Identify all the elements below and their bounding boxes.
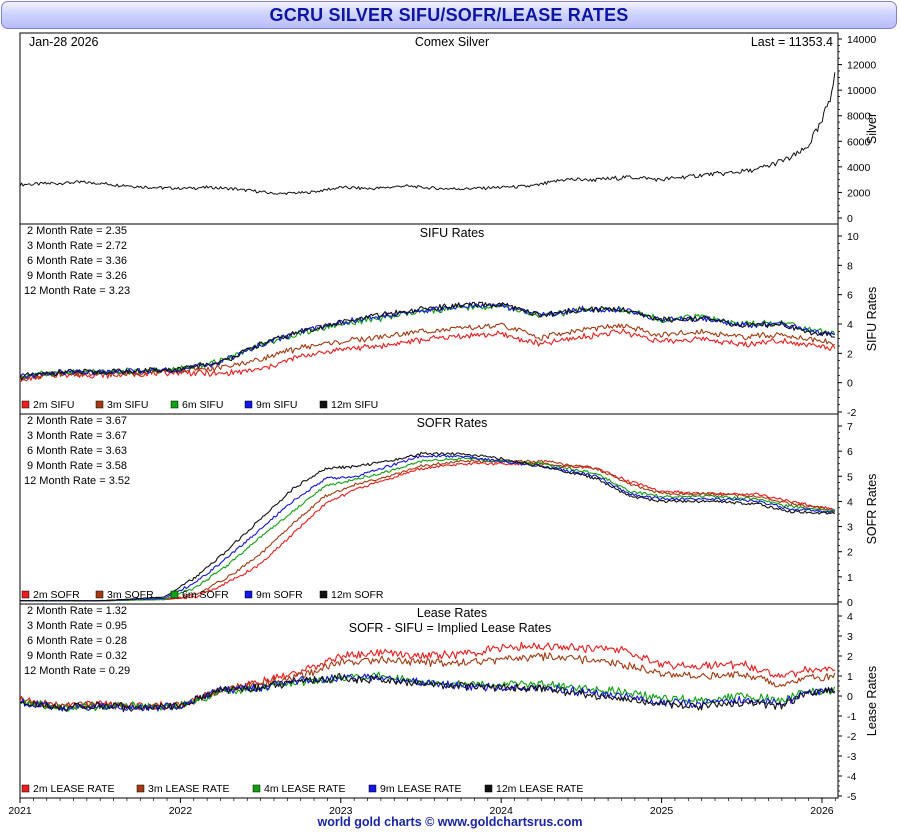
y-tick-label: 10 bbox=[847, 231, 859, 243]
legend-swatch bbox=[244, 590, 253, 599]
y-tick-label: -2 bbox=[847, 731, 856, 743]
y-tick-label: 2 bbox=[847, 348, 853, 360]
rate-label: 12 Month Rate = 0.29 bbox=[24, 665, 130, 677]
panel-subtitle: SOFR - SIFU = Implied Lease Rates bbox=[349, 621, 552, 635]
y-tick-label: 6 bbox=[847, 446, 853, 458]
legend-label: 6m SOFR bbox=[182, 589, 229, 601]
legend-swatch bbox=[21, 784, 30, 793]
y-tick-label: -4 bbox=[847, 771, 856, 783]
rate-label: 6 Month Rate = 3.63 bbox=[27, 445, 127, 457]
rate-label: 12 Month Rate = 3.52 bbox=[24, 475, 130, 487]
y-axis-title: SOFR Rates bbox=[865, 474, 879, 545]
legend-label: 2m SIFU bbox=[33, 399, 74, 411]
y-tick-label: 7 bbox=[847, 421, 853, 433]
y-tick-label: 4 bbox=[847, 319, 853, 331]
legend-swatch bbox=[170, 400, 179, 409]
y-tick-label: 6 bbox=[847, 290, 853, 302]
legend-swatch bbox=[95, 400, 104, 409]
y-tick-label: -3 bbox=[847, 751, 856, 763]
panel-title: Lease Rates bbox=[417, 606, 487, 620]
rate-label: 12 Month Rate = 3.23 bbox=[24, 285, 130, 297]
y-tick-label: 8 bbox=[847, 260, 853, 272]
legend-swatch bbox=[136, 784, 145, 793]
y-axis-title: Lease Rates bbox=[865, 666, 879, 736]
y-tick-label: 12000 bbox=[847, 60, 876, 72]
y-tick-label: 0 bbox=[847, 597, 853, 609]
rate-label: 6 Month Rate = 3.36 bbox=[27, 255, 127, 267]
legend-swatch bbox=[170, 590, 179, 599]
rate-label: 3 Month Rate = 3.67 bbox=[27, 430, 127, 442]
legend-swatch bbox=[319, 400, 328, 409]
rate-label: 2 Month Rate = 2.35 bbox=[27, 225, 127, 237]
legend-label: 12m SOFR bbox=[331, 589, 384, 601]
y-tick-label: 4 bbox=[847, 496, 853, 508]
legend-label: 4m LEASE RATE bbox=[264, 783, 346, 795]
y-tick-label: 1 bbox=[847, 572, 853, 584]
y-tick-label: -5 bbox=[847, 791, 856, 803]
y-axis-title: SIFU Rates bbox=[865, 287, 879, 352]
chart-canvas: 02000400060008000100001200014000SilverCo… bbox=[8, 32, 879, 817]
y-tick-label: 14000 bbox=[847, 34, 876, 46]
legend-label: 6m SIFU bbox=[182, 399, 223, 411]
y-axis-title: Silver bbox=[865, 113, 879, 144]
y-tick-label: 3 bbox=[847, 631, 853, 643]
legend-label: 2m LEASE RATE bbox=[33, 783, 115, 795]
y-tick-label: 0 bbox=[847, 378, 853, 390]
y-tick-label: 10000 bbox=[847, 85, 876, 97]
legend-label: 9m LEASE RATE bbox=[380, 783, 462, 795]
legend-swatch bbox=[21, 400, 30, 409]
y-tick-label: 3 bbox=[847, 522, 853, 534]
rate-label: 2 Month Rate = 3.67 bbox=[27, 415, 127, 427]
legend-label: 12m SIFU bbox=[331, 399, 378, 411]
y-tick-label: 4 bbox=[847, 611, 853, 623]
legend-swatch bbox=[21, 590, 30, 599]
panel-title: SOFR Rates bbox=[417, 416, 488, 430]
rate-label: 3 Month Rate = 0.95 bbox=[27, 620, 127, 632]
legend-label: 9m SIFU bbox=[256, 399, 297, 411]
panel-title: SIFU Rates bbox=[420, 226, 485, 240]
legend-swatch bbox=[95, 590, 104, 599]
legend-label: 3m LEASE RATE bbox=[148, 783, 230, 795]
y-tick-label: 1 bbox=[847, 671, 853, 683]
y-tick-label: 2 bbox=[847, 651, 853, 663]
legend-swatch bbox=[484, 784, 493, 793]
y-tick-label: -2 bbox=[847, 407, 856, 419]
legend-label: 3m SIFU bbox=[107, 399, 148, 411]
y-tick-label: 0 bbox=[847, 213, 853, 225]
rate-label: 6 Month Rate = 0.28 bbox=[27, 635, 127, 647]
y-tick-label: -1 bbox=[847, 711, 856, 723]
y-tick-label: 2 bbox=[847, 547, 853, 559]
y-tick-label: 4000 bbox=[847, 162, 871, 174]
rate-label: 3 Month Rate = 2.72 bbox=[27, 240, 127, 252]
y-tick-label: 5 bbox=[847, 471, 853, 483]
rate-label: 9 Month Rate = 3.26 bbox=[27, 270, 127, 282]
last-value-label: Last = 11353.4 bbox=[751, 35, 833, 49]
date-label: Jan-28 2026 bbox=[29, 35, 99, 49]
rate-label: 9 Month Rate = 3.58 bbox=[27, 460, 127, 472]
legend-label: 12m LEASE RATE bbox=[496, 783, 583, 795]
legend-swatch bbox=[368, 784, 377, 793]
legend-swatch bbox=[319, 590, 328, 599]
legend-label: 9m SOFR bbox=[256, 589, 303, 601]
y-tick-label: 0 bbox=[847, 691, 853, 703]
rate-label: 9 Month Rate = 0.32 bbox=[27, 650, 127, 662]
panel-title: Comex Silver bbox=[415, 35, 489, 49]
footer-credit: world gold charts © www.goldchartsrus.co… bbox=[317, 815, 583, 829]
legend-swatch bbox=[252, 784, 261, 793]
legend-label: 2m SOFR bbox=[33, 589, 80, 601]
chart-frame: GCRU SILVER SIFU/SOFR/LEASE RATES 0 2000 4… bbox=[0, 0, 900, 835]
y-tick-label: 2000 bbox=[847, 187, 871, 199]
legend-label: 3m SOFR bbox=[107, 589, 154, 601]
legend-swatch bbox=[244, 400, 253, 409]
rate-label: 2 Month Rate = 1.32 bbox=[27, 605, 127, 617]
